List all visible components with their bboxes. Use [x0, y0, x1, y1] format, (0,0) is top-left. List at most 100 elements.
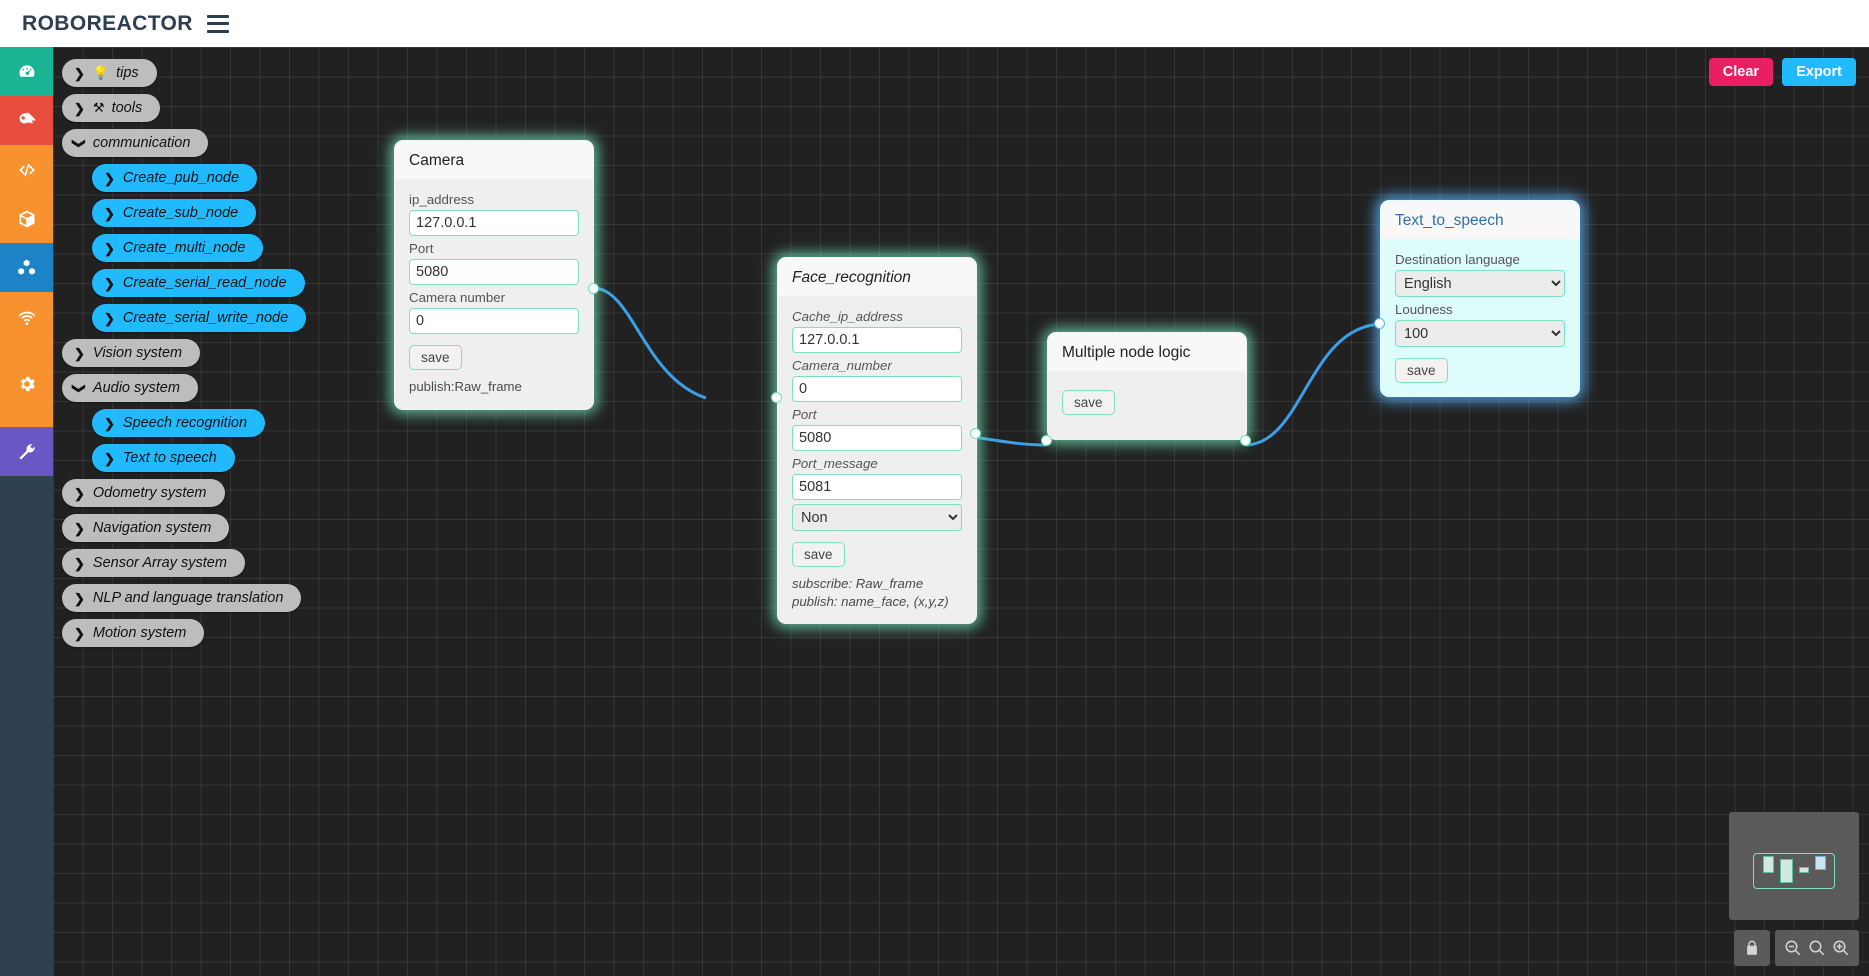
tree-item-label: Create_serial_write_node: [122, 310, 289, 326]
node-camera-body: ip_address Port Camera number save publi…: [395, 179, 593, 409]
select-loudness[interactable]: 100: [1395, 320, 1565, 347]
label-port-message: Port_message: [792, 456, 878, 471]
input-camera-number-fr[interactable]: [792, 376, 962, 402]
input-camera-number[interactable]: [409, 308, 579, 334]
rail-item-settings[interactable]: [0, 341, 53, 427]
rail-item-tools[interactable]: [0, 427, 53, 476]
node-face-recognition[interactable]: Face_recognition Cache_ip_address Camera…: [777, 257, 977, 624]
export-button[interactable]: Export: [1782, 58, 1856, 86]
minimap[interactable]: [1729, 812, 1859, 920]
tree-item-label: Vision system: [92, 345, 183, 361]
tree-item-tips[interactable]: ❯ 💡 tips: [62, 59, 157, 87]
label-loudness: Loudness: [1395, 302, 1453, 317]
tree-item-label: Create_multi_node: [122, 240, 246, 256]
tree-item-create-multi-node[interactable]: ❯ Create_multi_node: [92, 234, 264, 262]
port-face-output[interactable]: [970, 428, 981, 439]
node-text-to-speech[interactable]: Text_to_speech Destination language Engl…: [1380, 200, 1580, 397]
camera-publish-text: publish:Raw_frame: [409, 379, 522, 394]
node-face-recognition-body: Cache_ip_address Camera_number Port Port…: [778, 296, 976, 623]
tools-icon: ⚒: [92, 100, 105, 115]
tree-item-label: Odometry system: [92, 485, 207, 501]
rail-item-code[interactable]: [0, 145, 53, 194]
input-port[interactable]: [409, 259, 579, 285]
chevron-right-icon[interactable]: ❯: [104, 452, 115, 465]
node-text-to-speech-title: Text_to_speech: [1381, 201, 1579, 239]
tree-item-label: Sensor Array system: [92, 555, 227, 571]
chevron-right-icon[interactable]: ❯: [74, 67, 85, 80]
rail-item-cube[interactable]: [0, 194, 53, 243]
lock-button[interactable]: [1734, 930, 1770, 966]
node-camera[interactable]: Camera ip_address Port Camera number sav…: [394, 140, 594, 410]
tree-item-communication[interactable]: ❯ communication: [62, 129, 209, 157]
rail-item-key[interactable]: [0, 96, 53, 145]
tree-item-nlp-and-language-translation[interactable]: ❯ NLP and language translation: [62, 584, 302, 612]
multiple-node-logic-save-button[interactable]: save: [1062, 390, 1115, 415]
chevron-right-icon[interactable]: ❯: [104, 277, 115, 290]
zoom-in-icon[interactable]: [1832, 939, 1850, 957]
chevron-right-icon[interactable]: ❯: [74, 627, 85, 640]
node-palette-tree: ❯ 💡 tips ❯ ⚒ tools ❯ communication ❯ Create_pub_n…: [62, 59, 307, 654]
tree-item-tools[interactable]: ❯ ⚒ tools: [62, 94, 161, 122]
input-ip-address[interactable]: [409, 210, 579, 236]
chevron-down-icon[interactable]: ❯: [72, 383, 87, 394]
chevron-right-icon[interactable]: ❯: [74, 487, 85, 500]
port-logic-input[interactable]: [1041, 435, 1052, 446]
chevron-right-icon[interactable]: ❯: [74, 557, 85, 570]
tree-item-speech-recognition[interactable]: ❯ Speech recognition: [92, 409, 266, 437]
chevron-right-icon[interactable]: ❯: [104, 417, 115, 430]
select-face-mode[interactable]: Non: [792, 504, 962, 531]
rail-item-dashboard[interactable]: [0, 47, 53, 96]
input-cache-ip-address[interactable]: [792, 327, 962, 353]
node-multiple-node-logic-title: Multiple node logic: [1048, 333, 1246, 371]
label-port-fr: Port: [792, 407, 817, 422]
rail-item-wifi[interactable]: [0, 292, 53, 341]
tree-item-sensor-array-system[interactable]: ❯ Sensor Array system: [62, 549, 245, 577]
tree-item-vision-system[interactable]: ❯ Vision system: [62, 339, 201, 367]
tree-item-create-pub-node[interactable]: ❯ Create_pub_node: [92, 164, 258, 192]
lock-icon: [1747, 940, 1757, 955]
face-subscribe-text: subscribe: Raw_frame: [792, 576, 924, 591]
port-camera-output[interactable]: [588, 283, 599, 294]
face-recognition-save-button[interactable]: save: [792, 542, 845, 567]
tree-item-label: Navigation system: [92, 520, 212, 536]
input-port-message[interactable]: [792, 474, 962, 500]
code-icon: [18, 163, 35, 176]
port-face-input[interactable]: [771, 392, 782, 403]
chevron-right-icon[interactable]: ❯: [74, 347, 85, 360]
text-to-speech-save-button[interactable]: save: [1395, 358, 1448, 383]
port-text-to-speech-input[interactable]: [1374, 318, 1385, 329]
zoom-out-icon[interactable]: [1784, 939, 1802, 957]
chevron-right-icon[interactable]: ❯: [104, 207, 115, 220]
select-destination-language[interactable]: English: [1395, 270, 1565, 297]
face-publish-text: publish: name_face, (x,y,z): [792, 593, 949, 609]
hamburger-icon[interactable]: [206, 14, 229, 33]
flow-canvas[interactable]: Clear Export ❯ 💡 tips ❯ ⚒ tools ❯ communication…: [53, 47, 1869, 976]
input-port-fr[interactable]: [792, 425, 962, 451]
chevron-right-icon[interactable]: ❯: [104, 242, 115, 255]
chevron-right-icon[interactable]: ❯: [104, 172, 115, 185]
rail-item-blocks[interactable]: [0, 243, 53, 292]
edge-camera-to-face: [592, 286, 707, 400]
camera-save-button[interactable]: save: [409, 345, 462, 370]
clear-button[interactable]: Clear: [1708, 58, 1774, 86]
tree-item-navigation-system[interactable]: ❯ Navigation system: [62, 514, 230, 542]
tree-item-create-serial-read-node[interactable]: ❯ Create_serial_read_node: [92, 269, 305, 297]
tree-item-label: Create_pub_node: [122, 170, 240, 186]
chevron-right-icon[interactable]: ❯: [74, 592, 85, 605]
chevron-down-icon[interactable]: ❯: [72, 138, 87, 149]
tree-item-create-sub-node[interactable]: ❯ Create_sub_node: [92, 199, 257, 227]
edge-logic-to-tts: [1244, 322, 1382, 447]
zoom-fit-icon[interactable]: [1808, 939, 1826, 957]
node-multiple-node-logic[interactable]: Multiple node logic save: [1047, 332, 1247, 440]
tree-item-motion-system[interactable]: ❯ Motion system: [62, 619, 205, 647]
cube-icon: [19, 210, 34, 227]
minimap-viewport[interactable]: [1753, 853, 1835, 889]
port-logic-output[interactable]: [1240, 435, 1251, 446]
tree-item-odometry-system[interactable]: ❯ Odometry system: [62, 479, 225, 507]
tree-item-audio-system[interactable]: ❯ Audio system: [62, 374, 198, 402]
tree-item-create-serial-write-node[interactable]: ❯ Create_serial_write_node: [92, 304, 307, 332]
chevron-right-icon[interactable]: ❯: [74, 102, 85, 115]
tree-item-text-to-speech[interactable]: ❯ Text to speech: [92, 444, 235, 472]
chevron-right-icon[interactable]: ❯: [74, 522, 85, 535]
chevron-right-icon[interactable]: ❯: [104, 312, 115, 325]
